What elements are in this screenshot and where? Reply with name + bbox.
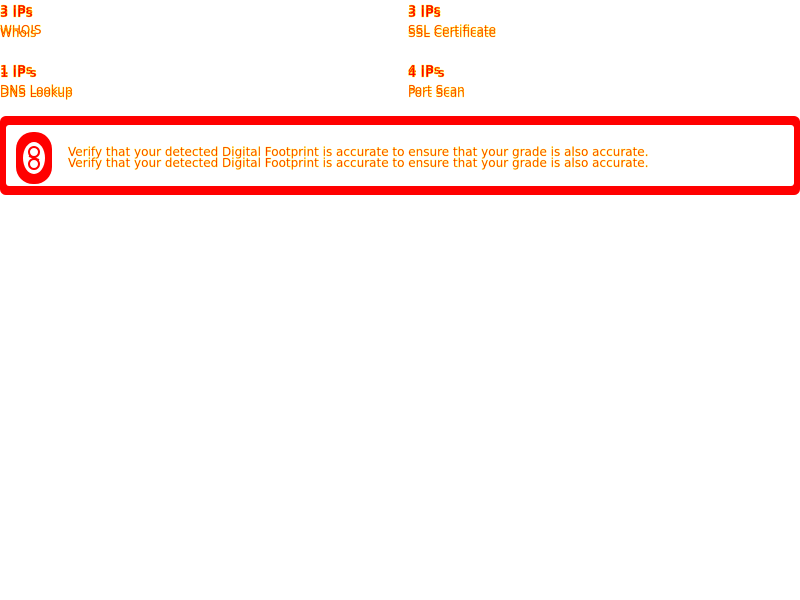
stat-ip-count-ghost: 3 IPs: [0, 6, 33, 20]
stat-whois: 3 IPs WHOIS 3 IPs Whois: [0, 4, 300, 44]
stat-label-ghost: SSL Certificate: [408, 26, 497, 40]
stat-label-ghost: Port Scan: [408, 86, 465, 100]
stat-ip-count-ghost: 4 IP's: [408, 66, 445, 80]
stat-dns-lookup: 1 IPs DNS Lookup 1 IP's DNS Lookup: [0, 64, 300, 104]
banner-message-ghost: Verify that your detected Digital Footpr…: [68, 156, 649, 170]
stat-ip-count-ghost: 3 IPs: [408, 6, 441, 20]
stat-ip-count-ghost: 1 IP's: [0, 66, 37, 80]
stat-port-scan: 4 IPs Port Scan 4 IP's Port Scan: [408, 64, 708, 104]
footprint-icon: [16, 132, 52, 184]
stat-label-ghost: DNS Lookup: [0, 86, 73, 100]
stat-label-ghost: Whois: [0, 26, 37, 40]
stat-ssl-certificate: 3 IPs SSL Certificate 3 IPs SSL Certific…: [408, 4, 708, 44]
